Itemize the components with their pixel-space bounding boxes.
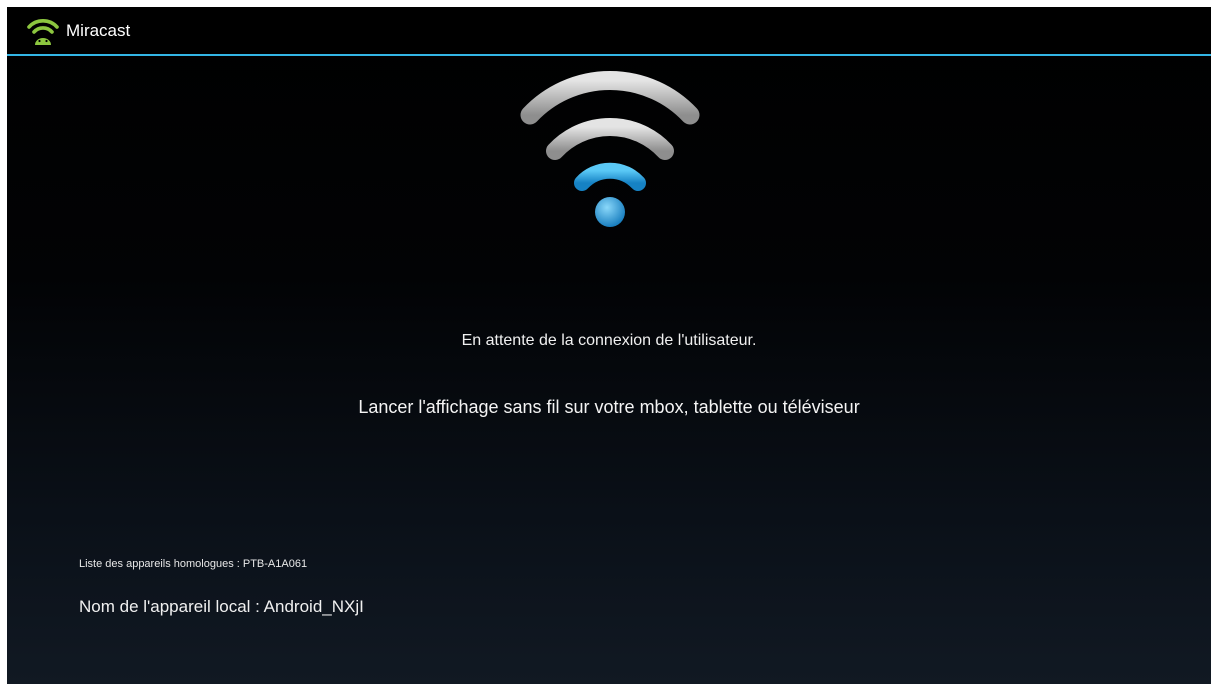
peer-devices-list: Liste des appareils homologues : PTB-A1A…	[79, 558, 308, 570]
wifi-signal-icon	[520, 71, 700, 227]
miracast-screen: Miracast En attente de la connexion de l…	[7, 7, 1211, 684]
miracast-app-icon	[27, 19, 59, 45]
local-device-name: Nom de l'appareil local : Android_NXjI	[79, 597, 364, 616]
connection-status-text: En attente de la connexion de l'utilisat…	[461, 332, 757, 349]
action-bar: Miracast	[7, 7, 1211, 54]
instruction-text: Lancer l'affichage sans fil sur votre mb…	[358, 397, 860, 417]
app-title: Miracast	[66, 21, 131, 40]
action-bar-divider	[7, 54, 1211, 56]
